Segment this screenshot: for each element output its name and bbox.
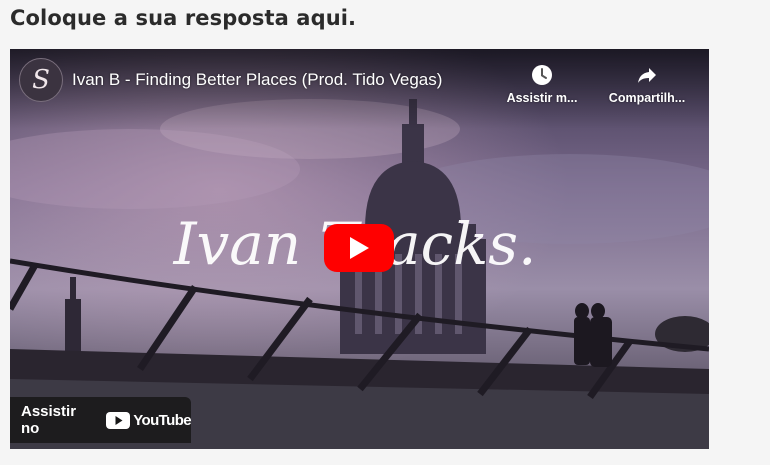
answer-heading: Coloque a sua resposta aqui. [10, 6, 357, 30]
watch-later-button[interactable]: Assistir m... [499, 63, 585, 105]
play-button[interactable] [324, 224, 394, 272]
share-label: Compartilh... [608, 91, 686, 105]
watch-on-label: Assistir no [21, 403, 77, 437]
watch-on-youtube-button[interactable]: Assistir no YouTube [10, 397, 192, 443]
video-title-link[interactable]: Ivan B - Finding Better Places (Prod. Ti… [72, 70, 442, 90]
youtube-play-logo-icon [106, 411, 131, 429]
play-icon [350, 237, 369, 259]
channel-avatar[interactable]: S [19, 58, 63, 102]
clock-icon [532, 65, 552, 85]
youtube-embed-player[interactable]: Ivan Tracks. S Ivan B - Finding Better P… [10, 49, 709, 449]
youtube-logo: YouTube [106, 411, 192, 429]
youtube-wordmark: YouTube [133, 411, 191, 429]
share-button[interactable]: Compartilh... [604, 63, 690, 105]
share-arrow-icon [638, 68, 656, 83]
avatar-letter: S [32, 65, 50, 95]
watch-later-label: Assistir m... [506, 91, 578, 105]
